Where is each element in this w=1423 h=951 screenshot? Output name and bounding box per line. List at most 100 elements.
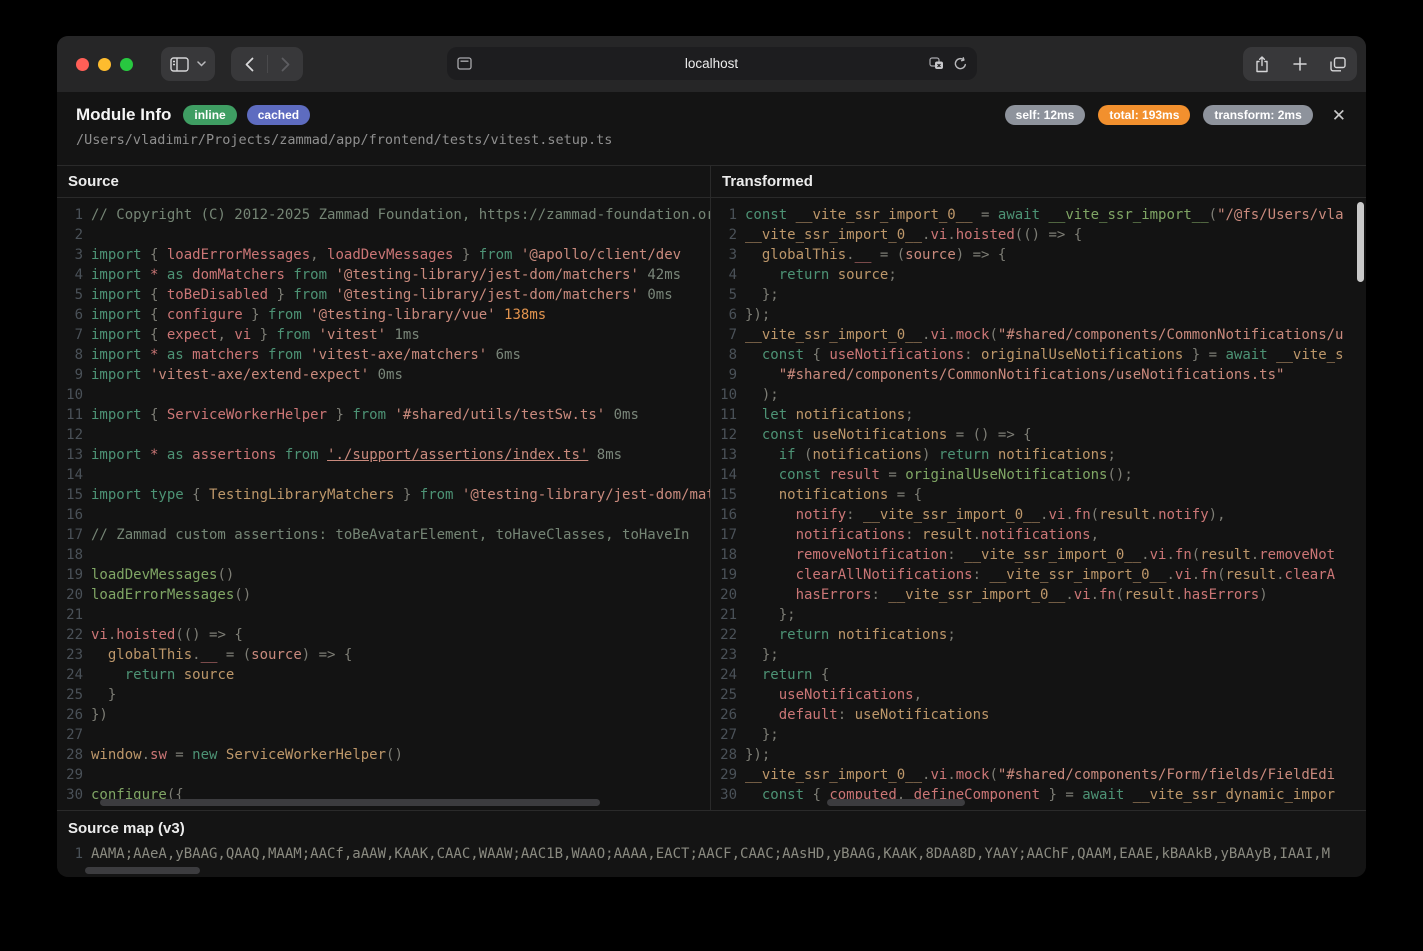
code-line: 14 const result = originalUseNotificatio… [715, 465, 1366, 485]
code-line: 22vi.hoisted(() => { [61, 625, 710, 645]
source-hscrollbar-thumb[interactable] [100, 799, 600, 806]
code-line: 9import 'vitest-axe/extend-expect' 0ms [61, 365, 710, 385]
code-line: 24 return source [61, 665, 710, 685]
new-tab-button[interactable] [1281, 47, 1319, 81]
code-line: 1const __vite_ssr_import_0__ = await __v… [715, 205, 1366, 225]
code-line: 5 }; [715, 285, 1366, 305]
minimize-window-button[interactable] [98, 58, 111, 71]
code-line: 30 const { computed, defineComponent } =… [715, 785, 1366, 805]
browser-toolbar: localhost [57, 36, 1366, 92]
sidebar-toggle-button[interactable] [161, 47, 215, 81]
code-line: 1// Copyright (C) 2012-2025 Zammad Found… [61, 205, 710, 225]
code-line: 7import { expect, vi } from 'vitest' 1ms [61, 325, 710, 345]
code-line: 19 clearAllNotifications: __vite_ssr_imp… [715, 565, 1366, 585]
code-line: 23 }; [715, 645, 1366, 665]
code-line: 18 removeNotification: __vite_ssr_import… [715, 545, 1366, 565]
code-line: 24 return { [715, 665, 1366, 685]
code-line: 21 [61, 605, 710, 625]
back-button[interactable] [232, 47, 267, 81]
code-panels: Source 1// Copyright (C) 2012-2025 Zamma… [57, 166, 1366, 810]
zoom-window-button[interactable] [120, 58, 133, 71]
page-title: Module Info [76, 105, 171, 125]
code-line: 18 [61, 545, 710, 565]
code-line: 7__vite_ssr_import_0__.vi.mock("#shared/… [715, 325, 1366, 345]
share-button[interactable] [1243, 47, 1281, 81]
code-line: 29 [61, 765, 710, 785]
code-line: 8import * as matchers from 'vitest-axe/m… [61, 345, 710, 365]
transformed-hscrollbar-thumb[interactable] [827, 799, 965, 806]
code-line: 21 }; [715, 605, 1366, 625]
address-bar[interactable]: localhost [447, 47, 977, 80]
code-line: 2 [61, 225, 710, 245]
sourcemap-hscrollbar-thumb[interactable] [85, 867, 200, 874]
code-line: 11import { ServiceWorkerHelper } from '#… [61, 405, 710, 425]
chevron-down-icon [197, 61, 206, 67]
code-line: 23 globalThis.__ = (source) => { [61, 645, 710, 665]
code-line: 16 [61, 505, 710, 525]
code-line: 6}); [715, 305, 1366, 325]
code-line: 27 }; [715, 725, 1366, 745]
code-line: 29__vite_ssr_import_0__.vi.mock("#shared… [715, 765, 1366, 785]
status-badge: cached [247, 105, 310, 125]
code-line: 12 const useNotifications = () => { [715, 425, 1366, 445]
code-line: 13import * as assertions from './support… [61, 445, 710, 465]
module-path: /Users/vladimir/Projects/zammad/app/fron… [76, 132, 1346, 148]
close-button[interactable]: ✕ [1332, 107, 1346, 124]
code-line: 11 let notifications; [715, 405, 1366, 425]
code-line: 4 return source; [715, 265, 1366, 285]
close-window-button[interactable] [76, 58, 89, 71]
transformed-vscrollbar-thumb[interactable] [1357, 202, 1364, 282]
tab-overview-button[interactable] [1319, 47, 1357, 81]
code-line: 10 ); [715, 385, 1366, 405]
sourcemap-title: Source map (v3) [57, 820, 1366, 845]
timing-badge: transform: 2ms [1203, 105, 1312, 125]
code-line: 6import { configure } from '@testing-lib… [61, 305, 710, 325]
code-line: 26 default: useNotifications [715, 705, 1366, 725]
code-line: 8 const { useNotifications: originalUseN… [715, 345, 1366, 365]
code-line: 17// Zammad custom assertions: toBeAvata… [61, 525, 710, 545]
status-badge: inline [183, 105, 236, 125]
reload-button[interactable] [954, 57, 967, 71]
source-panel-title: Source [57, 166, 710, 198]
url-text: localhost [447, 56, 977, 71]
code-line: 2__vite_ssr_import_0__.vi.hoisted(() => … [715, 225, 1366, 245]
code-line: 27 [61, 725, 710, 745]
timing-badges: self: 12mstotal: 193mstransform: 2ms [1005, 105, 1313, 125]
code-line: 15import type { TestingLibraryMatchers }… [61, 485, 710, 505]
code-line: 9 "#shared/components/CommonNotification… [715, 365, 1366, 385]
sourcemap-mappings: AAMA;AAeA,yBAAG,QAAQ,MAAM;AACf,aAAW,KAAK… [91, 845, 1330, 864]
code-line: 20loadErrorMessages() [61, 585, 710, 605]
toolbar-right-buttons [1243, 47, 1357, 81]
sourcemap-line-number: 1 [61, 845, 91, 864]
translate-button[interactable] [929, 57, 944, 70]
module-inspector-page: Module Info inline cached self: 12mstotal… [57, 92, 1366, 877]
code-line: 4import * as domMatchers from '@testing-… [61, 265, 710, 285]
source-panel: Source 1// Copyright (C) 2012-2025 Zamma… [57, 166, 711, 810]
code-line: 16 notify: __vite_ssr_import_0__.vi.fn(r… [715, 505, 1366, 525]
code-line: 14 [61, 465, 710, 485]
forward-button[interactable] [268, 47, 303, 81]
code-line: 17 notifications: result.notifications, [715, 525, 1366, 545]
sidebar-icon [170, 57, 189, 72]
module-info-header: Module Info inline cached self: 12mstotal… [57, 92, 1366, 166]
transformed-panel-title: Transformed [711, 166, 1366, 198]
code-line: 12 [61, 425, 710, 445]
sourcemap-line: 1 AAMA;AAeA,yBAAG,QAAQ,MAAM;AACf,aAAW,KA… [57, 845, 1366, 864]
status-badges: inline cached [183, 105, 310, 125]
code-line: 19loadDevMessages() [61, 565, 710, 585]
transformed-panel: Transformed 1const __vite_ssr_import_0__… [711, 166, 1366, 810]
timing-badge: self: 12ms [1005, 105, 1086, 125]
code-line: 28}); [715, 745, 1366, 765]
code-line: 20 hasErrors: __vite_ssr_import_0__.vi.f… [715, 585, 1366, 605]
source-code-view[interactable]: 1// Copyright (C) 2012-2025 Zammad Found… [57, 198, 710, 810]
code-line: 26}) [61, 705, 710, 725]
code-line: 25 useNotifications, [715, 685, 1366, 705]
browser-window: localhost [57, 36, 1366, 877]
code-line: 3import { loadErrorMessages, loadDevMess… [61, 245, 710, 265]
nav-buttons [231, 47, 303, 81]
transformed-code-view[interactable]: 1const __vite_ssr_import_0__ = await __v… [711, 198, 1366, 810]
code-line: 25 } [61, 685, 710, 705]
sourcemap-section: Source map (v3) 1 AAMA;AAeA,yBAAG,QAAQ,M… [57, 810, 1366, 877]
code-line: 28window.sw = new ServiceWorkerHelper() [61, 745, 710, 765]
code-line: 13 if (notifications) return notificatio… [715, 445, 1366, 465]
